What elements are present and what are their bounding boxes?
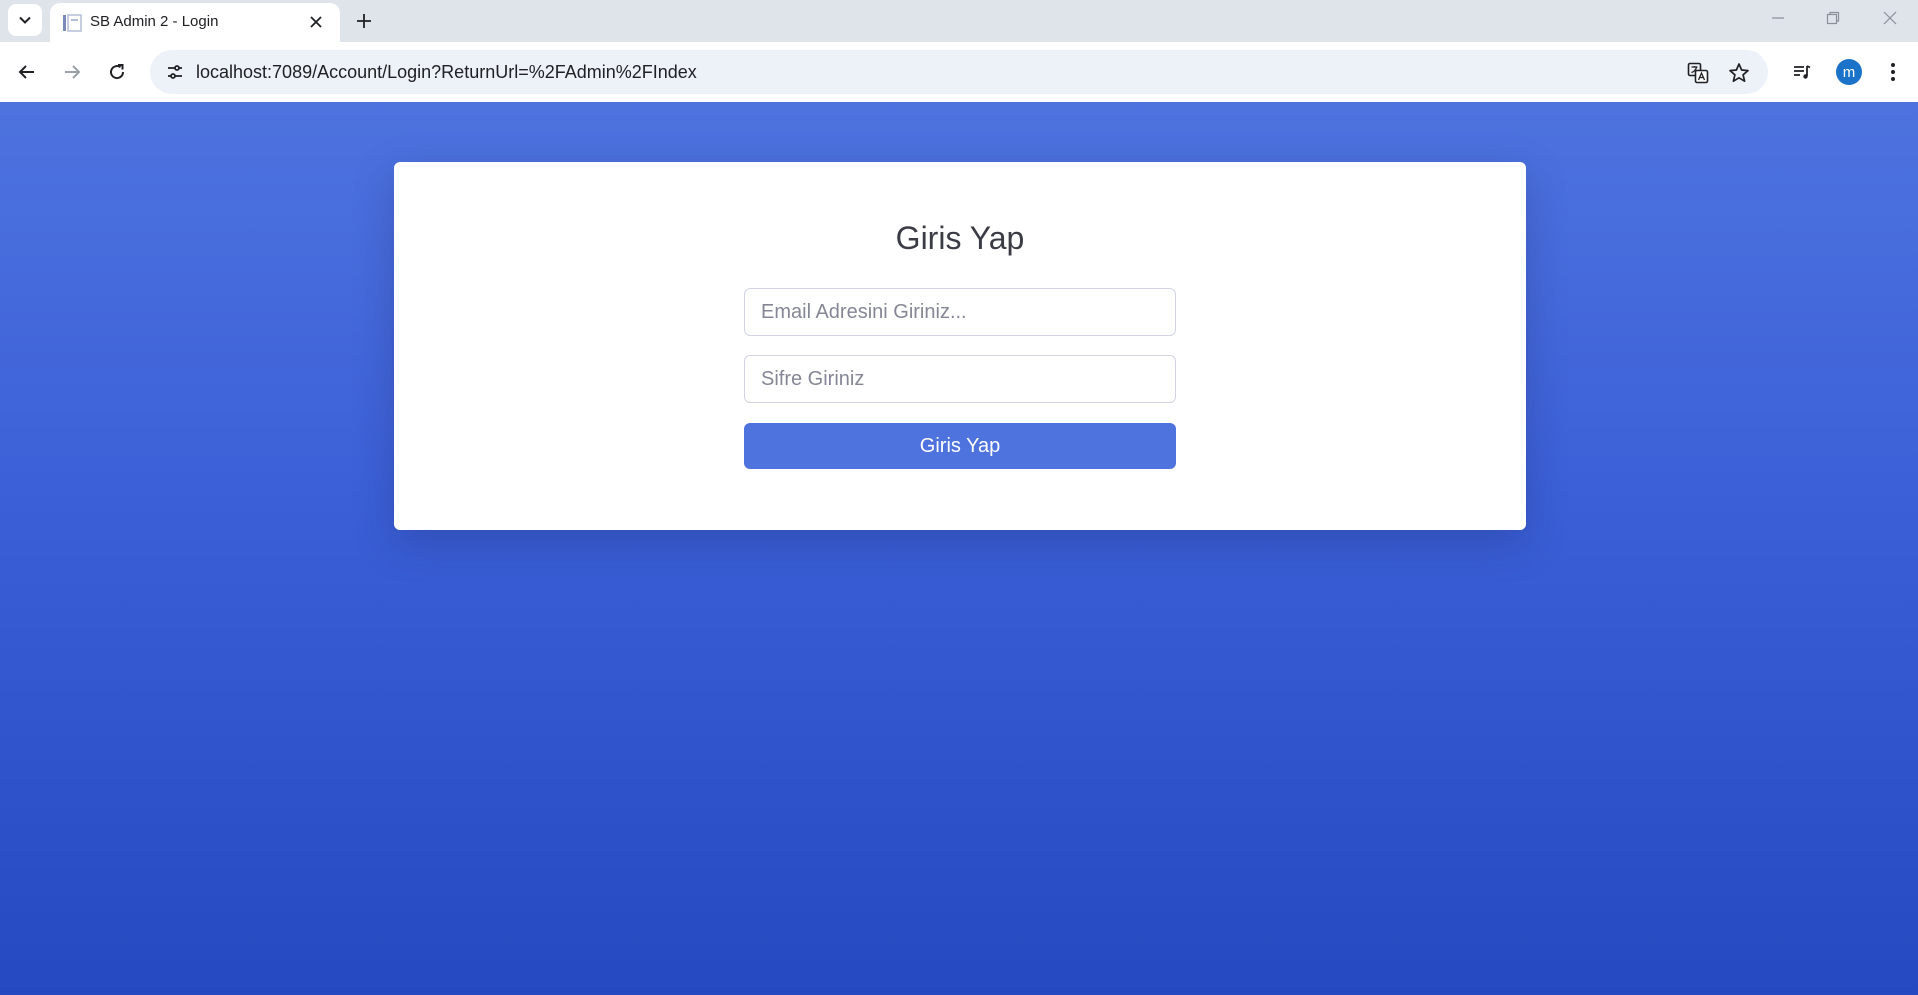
tab-search-button[interactable]	[8, 4, 42, 36]
email-input[interactable]	[744, 288, 1176, 336]
browser-tab-active[interactable]: SB Admin 2 - Login	[50, 3, 340, 42]
login-card: Giris Yap Giris Yap	[394, 162, 1526, 530]
tab-title: SB Admin 2 - Login	[90, 13, 219, 30]
plus-icon	[357, 14, 371, 28]
page-icon	[63, 14, 82, 32]
arrow-left-icon	[18, 65, 34, 79]
forward-button[interactable]	[55, 55, 89, 89]
reload-button[interactable]	[100, 55, 134, 89]
new-tab-button[interactable]	[350, 7, 378, 35]
browser-toolbar: localhost:7089/Account/Login?ReturnUrl=%…	[0, 42, 1918, 103]
star-icon	[1729, 63, 1749, 83]
tab-strip: SB Admin 2 - Login	[0, 0, 1918, 42]
translate-icon	[1687, 62, 1709, 84]
arrow-right-icon	[65, 65, 81, 79]
close-window-button[interactable]	[1872, 6, 1908, 30]
reload-icon	[110, 64, 125, 80]
site-info-button[interactable]	[160, 57, 190, 87]
browser-menu-button[interactable]	[1876, 55, 1910, 89]
bookmark-button[interactable]	[1725, 59, 1753, 87]
login-title: Giris Yap	[895, 220, 1025, 256]
profile-avatar[interactable]: m	[1836, 59, 1862, 85]
tune-icon	[168, 65, 182, 79]
url-text: localhost:7089/Account/Login?ReturnUrl=%…	[196, 62, 697, 82]
minimize-button[interactable]	[1760, 6, 1796, 30]
tab-close-button[interactable]	[306, 12, 326, 32]
password-input[interactable]	[744, 355, 1176, 403]
back-button[interactable]	[10, 55, 44, 89]
chevron-down-icon	[19, 16, 31, 24]
close-icon	[310, 16, 322, 28]
restore-icon	[1826, 11, 1840, 25]
restore-button[interactable]	[1815, 6, 1851, 30]
close-window-icon	[1883, 11, 1897, 25]
address-bar[interactable]: localhost:7089/Account/Login?ReturnUrl=%…	[150, 50, 1768, 94]
media-controls-button[interactable]	[1785, 55, 1819, 89]
minimize-icon	[1772, 17, 1784, 19]
login-page-background: Giris Yap Giris Yap	[0, 102, 1918, 995]
more-vertical-icon	[1891, 63, 1895, 81]
translate-button[interactable]	[1684, 59, 1712, 87]
login-button[interactable]: Giris Yap	[744, 423, 1176, 469]
playlist-icon	[1794, 65, 1811, 79]
